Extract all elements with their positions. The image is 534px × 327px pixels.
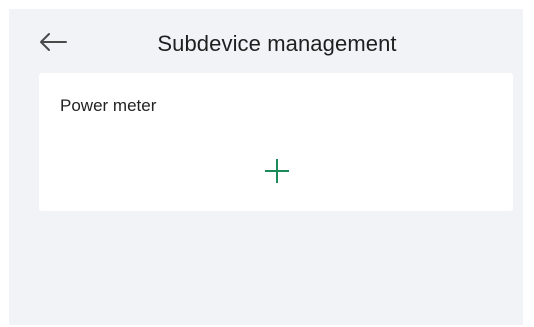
subdevice-management-screen: Subdevice management Power meter xyxy=(9,9,523,325)
card-title: Power meter xyxy=(60,96,157,115)
plus-icon xyxy=(263,157,291,190)
add-subdevice-button[interactable] xyxy=(259,155,295,191)
page-title: Subdevice management xyxy=(157,31,397,56)
power-meter-card: Power meter xyxy=(39,73,513,211)
app-header: Subdevice management xyxy=(9,9,523,73)
